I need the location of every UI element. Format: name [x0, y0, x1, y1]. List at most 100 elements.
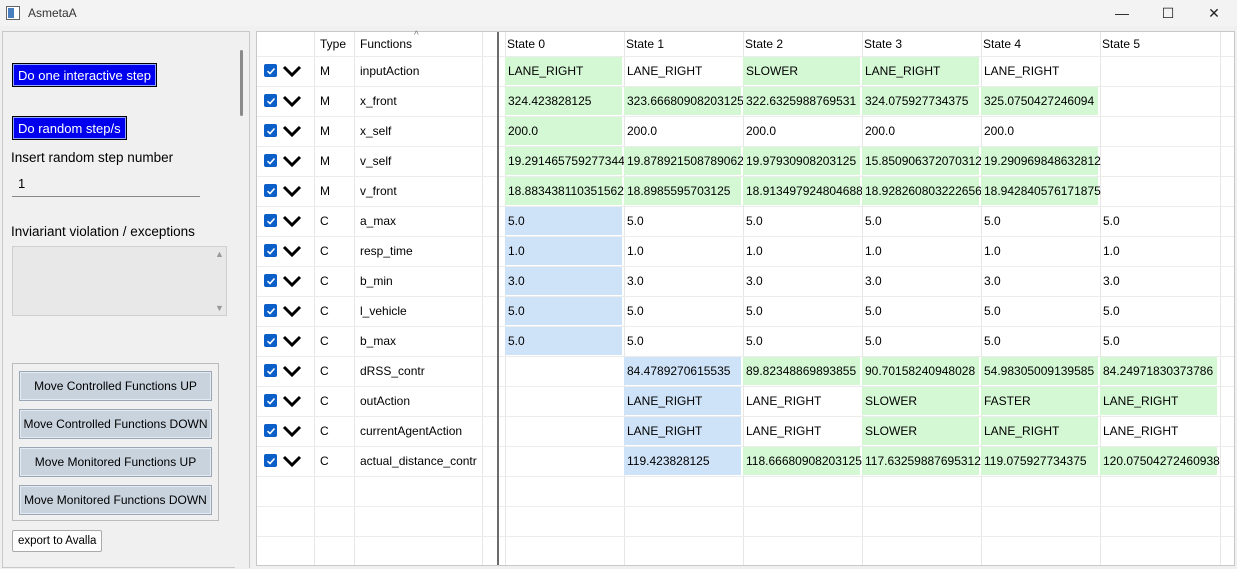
table-row[interactable]: Cb_min 3.0 3.0 3.0 3.0 3.0 3.0 [257, 266, 1234, 296]
state-value-cell: 200.0 [984, 124, 1015, 138]
header-state-2[interactable]: State 2 [745, 37, 783, 51]
chevron-down-icon[interactable] [282, 364, 302, 378]
header-state-5[interactable]: State 5 [1102, 37, 1140, 51]
state-value-cell: 5.0 [505, 297, 622, 325]
function-name: b_max [360, 334, 397, 348]
chevron-down-icon[interactable] [282, 304, 302, 318]
table-row[interactable]: Mv_front 18.883438110351562 18.89855957031… [257, 176, 1234, 206]
row-checkbox[interactable] [264, 454, 277, 467]
row-checkbox[interactable] [264, 304, 277, 317]
scroll-up-icon[interactable]: ▲ [215, 249, 224, 259]
move-controlled-up-button[interactable]: Move Controlled Functions UP [19, 371, 212, 401]
chevron-down-icon[interactable] [282, 244, 302, 258]
row-checkbox[interactable] [264, 184, 277, 197]
row-checkbox[interactable] [264, 154, 277, 167]
table-row[interactable]: CoutAction LANE_RIGHT LANE_RIGHT SLOWER FAST… [257, 386, 1234, 416]
maximize-button[interactable]: ☐ [1145, 0, 1191, 26]
chevron-down-icon[interactable] [282, 154, 302, 168]
row-checkbox[interactable] [264, 394, 277, 407]
move-controlled-down-button[interactable]: Move Controlled Functions DOWN [19, 409, 212, 439]
table-row[interactable]: Mx_front 324.423828125 323.66680908203125 3… [257, 86, 1234, 116]
row-checkbox[interactable] [264, 214, 277, 227]
table-row[interactable]: CcurrentAgentAction LANE_RIGHT LANE_RIGHT S… [257, 416, 1234, 446]
chevron-down-icon[interactable] [282, 394, 302, 408]
row-checkbox[interactable] [264, 364, 277, 377]
row-checkbox[interactable] [264, 274, 277, 287]
state-value-cell: 15.850906372070312 [862, 147, 982, 175]
table-row[interactable]: CdRSS_contr 84.4789270615535 89.8234886989… [257, 356, 1234, 386]
row-checkbox[interactable] [264, 244, 277, 257]
function-name: dRSS_contr [360, 364, 425, 378]
function-type: C [320, 394, 329, 408]
function-type: C [320, 244, 329, 258]
table-row[interactable]: Cb_max 5.0 5.0 5.0 5.0 5.0 5.0 [257, 326, 1234, 356]
state-value-cell: LANE_RIGHT [1100, 387, 1217, 415]
random-step-button[interactable]: Do random step/s [12, 116, 127, 140]
chevron-down-icon[interactable] [282, 454, 302, 468]
chevron-down-icon[interactable] [282, 184, 302, 198]
state-table: Type Functions ^ State 0 State 1 State 2 St… [256, 30, 1235, 566]
state-value-cell: 119.423828125 [624, 447, 741, 475]
row-checkbox[interactable] [264, 334, 277, 347]
move-functions-group: Move Controlled Functions UP Move Contro… [12, 363, 219, 521]
chevron-down-icon[interactable] [282, 334, 302, 348]
scrollbar-thumb[interactable] [240, 50, 243, 116]
function-name: b_min [360, 274, 393, 288]
chevron-down-icon[interactable] [282, 214, 302, 228]
state-value-cell: 117.63259887695312 [862, 447, 981, 475]
row-checkbox[interactable] [264, 124, 277, 137]
state-value-cell: 1.0 [505, 237, 622, 265]
state-value-cell: 200.0 [627, 124, 658, 138]
header-type[interactable]: Type [320, 37, 346, 51]
violation-scrollbar[interactable]: ▲ ▼ [212, 247, 226, 315]
chevron-down-icon[interactable] [282, 424, 302, 438]
header-state-1[interactable]: State 1 [626, 37, 664, 51]
table-row[interactable]: MinputAction LANE_RIGHT LANE_RIGHT SLOWER LA… [257, 56, 1234, 86]
move-monitored-down-button[interactable]: Move Monitored Functions DOWN [19, 485, 212, 515]
random-step-number-input[interactable] [12, 171, 200, 197]
state-value-cell: 5.0 [1103, 334, 1120, 348]
chevron-down-icon[interactable] [282, 274, 302, 288]
state-value-cell: 1.0 [627, 244, 644, 258]
table-row[interactable]: Cactual_distance_contr 119.423828125 118.6… [257, 446, 1234, 476]
state-value-cell: 18.8985595703125 [624, 177, 741, 205]
table-row[interactable]: Ca_max 5.0 5.0 5.0 5.0 5.0 5.0 [257, 206, 1234, 236]
scroll-down-icon[interactable]: ▼ [215, 303, 224, 313]
state-value-cell: 5.0 [984, 334, 1001, 348]
state-value-cell: 200.0 [865, 124, 896, 138]
chevron-down-icon[interactable] [282, 64, 302, 78]
interactive-step-button[interactable]: Do one interactive step [12, 63, 157, 87]
header-state-4[interactable]: State 4 [983, 37, 1021, 51]
header-functions[interactable]: Functions [360, 37, 412, 51]
left-scrollbar[interactable] [235, 32, 249, 569]
checkmark-icon [266, 337, 275, 345]
function-type: C [320, 424, 329, 438]
state-value-cell: 5.0 [1103, 304, 1120, 318]
table-row[interactable]: Cl_vehicle 5.0 5.0 5.0 5.0 5.0 5.0 [257, 296, 1234, 326]
close-button[interactable]: ✕ [1191, 0, 1237, 26]
violation-textarea[interactable]: ▲ ▼ [12, 246, 227, 316]
row-checkbox[interactable] [264, 64, 277, 77]
chevron-down-icon[interactable] [282, 124, 302, 138]
header-state-3[interactable]: State 3 [864, 37, 902, 51]
move-monitored-up-button[interactable]: Move Monitored Functions UP [19, 447, 212, 477]
state-value-cell: 5.0 [746, 304, 763, 318]
chevron-down-icon[interactable] [282, 94, 302, 108]
state-value-cell: 119.075927734375 [981, 447, 1098, 475]
function-name: actual_distance_contr [360, 454, 477, 468]
checkmark-icon [266, 217, 275, 225]
row-checkbox[interactable] [264, 94, 277, 107]
table-row[interactable]: Mx_self 200.0 200.0 200.0 200.0 200.0 [257, 116, 1234, 146]
export-avalla-button[interactable]: export to Avalla [12, 530, 103, 552]
table-row[interactable]: Mv_self 19.291465759277344 19.878921508789… [257, 146, 1234, 176]
function-type: C [320, 334, 329, 348]
table-row[interactable]: Cresp_time 1.0 1.0 1.0 1.0 1.0 1.0 [257, 236, 1234, 266]
state-value-cell: LANE_RIGHT [1103, 424, 1179, 438]
state-value-cell [505, 417, 622, 445]
header-state-0[interactable]: State 0 [507, 37, 545, 51]
minimize-button[interactable]: — [1099, 0, 1145, 26]
state-value-cell: 3.0 [865, 274, 882, 288]
state-value-cell: 5.0 [627, 214, 644, 228]
state-value-cell: 200.0 [505, 117, 622, 145]
row-checkbox[interactable] [264, 424, 277, 437]
